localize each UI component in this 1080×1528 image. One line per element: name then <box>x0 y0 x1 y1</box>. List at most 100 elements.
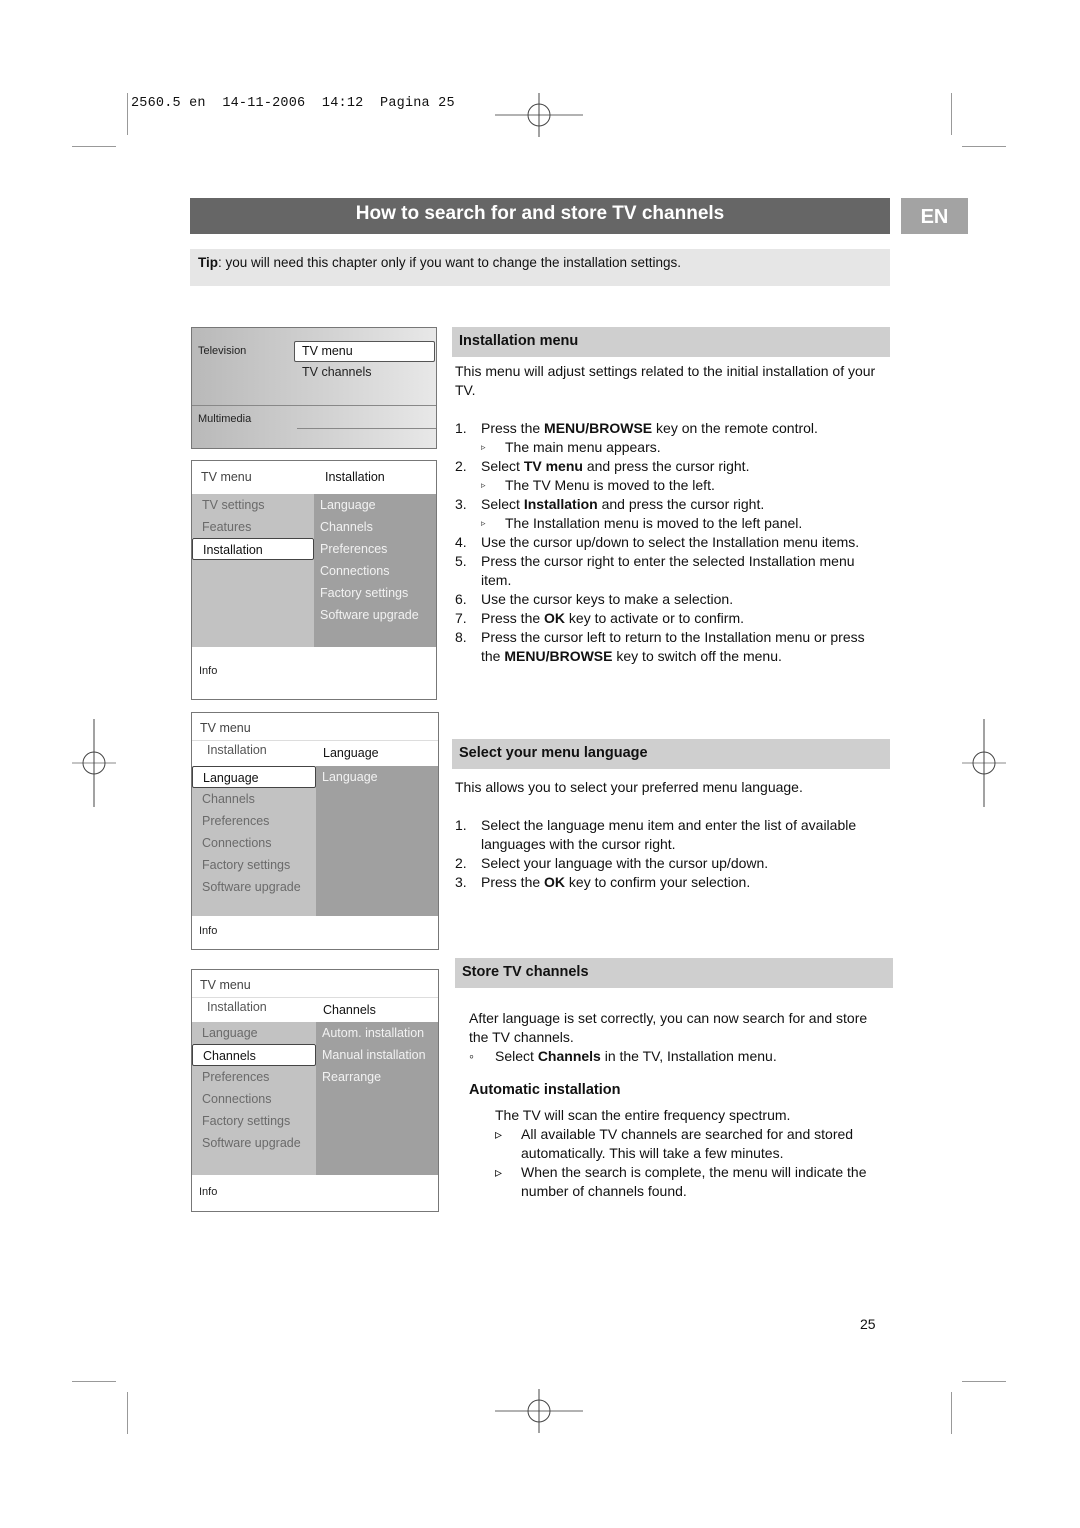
menu-row: Connections <box>192 1088 438 1110</box>
menu-item[interactable]: TV settings <box>192 494 314 516</box>
list-marker: 7. <box>455 610 467 626</box>
header-left: Installation <box>207 743 267 757</box>
bold-term: Installation <box>523 496 598 512</box>
info-label: Info <box>199 665 218 677</box>
menu-item[interactable]: Features <box>192 516 314 538</box>
menu-item-multimedia[interactable]: Multimedia <box>198 413 251 425</box>
menu-item <box>192 560 314 582</box>
list-marker: 3. <box>455 874 467 890</box>
list-text: and press the cursor right. <box>582 458 750 474</box>
submenu-item[interactable]: Preferences <box>314 538 436 560</box>
tv-channels-menu-screen: TV menu Installation Channels Language Au… <box>191 969 439 1212</box>
menu-row: Channels <box>192 788 438 810</box>
menu-row: TV settings Language <box>192 494 436 516</box>
menu-item[interactable]: Factory settings <box>192 1110 316 1132</box>
header-right: Language <box>323 746 379 760</box>
menu-row: Factory settings <box>192 854 438 876</box>
list-marker: 2. <box>455 458 467 474</box>
bold-term: OK <box>544 874 566 890</box>
list-item: 6. Use the cursor keys to make a selectio… <box>455 590 885 609</box>
tv-language-menu-screen: TV menu Installation Language Language La… <box>191 712 439 950</box>
menu-item[interactable]: Preferences <box>192 810 316 832</box>
list-item: 8. Press the cursor left to return to the… <box>455 628 885 666</box>
list-text: key to switch off the menu. <box>612 648 782 664</box>
header-title: TV menu <box>200 721 251 735</box>
menu-item <box>192 604 314 626</box>
list-text: All available TV channels are searched f… <box>521 1126 854 1161</box>
menu-row: Features Channels <box>192 516 436 538</box>
menu-item-television[interactable]: Television <box>198 345 246 357</box>
menu-item-selected[interactable]: Language <box>192 766 316 788</box>
list-text: Select your language with the cursor up/… <box>481 855 769 871</box>
submenu-item[interactable]: Language <box>316 766 438 788</box>
list-marker: ▹ <box>481 480 486 490</box>
list-item: 1. Press the MENU/BROWSE key on the remot… <box>455 419 885 438</box>
list-marker: 2. <box>455 855 467 871</box>
submenu-item[interactable]: Channels <box>314 516 436 538</box>
submenu-item[interactable]: Autom. installation <box>316 1022 438 1044</box>
menu-item-tv-menu-selected[interactable]: TV menu <box>294 341 435 362</box>
menu-row <box>192 626 436 648</box>
menu-row: Language Autom. installation <box>192 1022 438 1044</box>
list-text: Select <box>495 1048 538 1064</box>
list-sub-item: ▹ The TV Menu is moved to the left. <box>455 476 885 495</box>
list-marker: 4. <box>455 534 467 550</box>
section-heading-installation-menu: Installation menu <box>452 327 890 357</box>
list-text: key on the remote control. <box>652 420 818 436</box>
list-marker: 6. <box>455 591 467 607</box>
list-marker: 5. <box>455 553 467 569</box>
submenu-item <box>316 788 438 810</box>
menu-row: Software upgrade <box>192 604 436 626</box>
crop-mark <box>127 1392 128 1434</box>
menu-item[interactable]: Connections <box>192 832 316 854</box>
divider <box>192 997 438 998</box>
bold-term: MENU/BROWSE <box>544 420 653 436</box>
section-heading-store-channels: Store TV channels <box>455 958 893 988</box>
list-item: ▹ When the search is complete, the menu w… <box>495 1163 907 1201</box>
submenu-item[interactable]: Manual installation <box>316 1044 438 1066</box>
bold-term: TV menu <box>523 458 583 474</box>
menu-item[interactable]: Language <box>192 1022 316 1044</box>
menu-item[interactable]: Factory settings <box>192 854 316 876</box>
bold-term: OK <box>544 610 566 626</box>
menu-item <box>192 626 314 648</box>
menu-item-selected[interactable]: Installation <box>192 538 314 560</box>
list-marker: ▹ <box>495 1164 503 1180</box>
submenu-item <box>316 1154 438 1176</box>
menu-item[interactable]: Preferences <box>192 1066 316 1088</box>
info-panel: Info <box>192 916 438 949</box>
submenu-item[interactable]: Software upgrade <box>314 604 436 626</box>
menu-item[interactable]: Software upgrade <box>192 876 316 898</box>
list-text: Select <box>481 496 524 512</box>
divider <box>192 405 436 406</box>
list-item: ▹ All available TV channels are searched … <box>495 1125 907 1163</box>
menu-item[interactable]: Channels <box>192 788 316 810</box>
menu-item-tv-channels[interactable]: TV channels <box>302 365 371 379</box>
menu-item <box>192 582 314 604</box>
menu-item[interactable]: Connections <box>192 1088 316 1110</box>
submenu-item[interactable]: Language <box>314 494 436 516</box>
submenu-item[interactable]: Connections <box>314 560 436 582</box>
tip-label: Tip <box>198 255 218 270</box>
tv-installation-menu-screen: TV menu Installation TV settings Language… <box>191 460 437 700</box>
page-title: How to search for and store TV channels <box>190 198 890 234</box>
menu-item-selected[interactable]: Channels <box>192 1044 316 1066</box>
info-panel: Info <box>192 647 436 699</box>
menu-item[interactable]: Software upgrade <box>192 1132 316 1154</box>
list-text: Press the cursor right to enter the sele… <box>481 553 855 588</box>
list-item: ◦ Select Channels in the TV, Installation… <box>469 1047 889 1066</box>
list-marker: ▹ <box>481 442 486 452</box>
language-badge: EN <box>901 198 968 234</box>
submenu-item[interactable]: Rearrange <box>316 1066 438 1088</box>
menu-row: Software upgrade <box>192 876 438 898</box>
crop-mark <box>127 93 128 135</box>
auto-install-intro: The TV will scan the entire frequency sp… <box>495 1107 791 1123</box>
submenu-item <box>316 876 438 898</box>
crop-mark <box>951 1392 952 1434</box>
crop-mark <box>951 93 952 135</box>
crop-mark <box>72 146 116 147</box>
submenu-item[interactable]: Factory settings <box>314 582 436 604</box>
submenu-item <box>316 1132 438 1154</box>
list-text: and press the cursor right. <box>597 496 765 512</box>
list-text: Use the cursor keys to make a selection. <box>481 591 734 607</box>
